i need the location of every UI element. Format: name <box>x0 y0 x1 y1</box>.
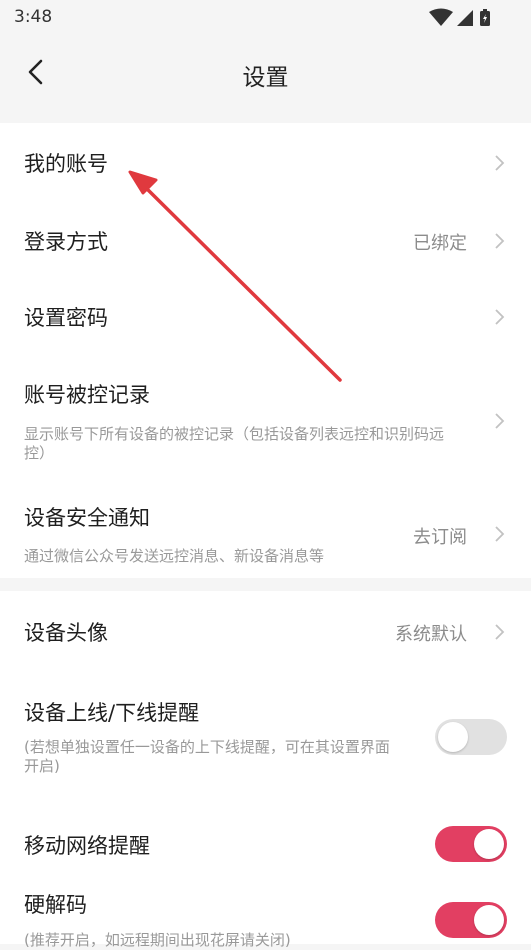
control-record-row[interactable]: 账号被控记录 显示账号下所有设备的被控记录（包括设备列表远控和识别码远控） <box>0 355 531 469</box>
row-title: 设置密码 <box>24 306 108 330</box>
chevron-right-icon <box>495 155 505 171</box>
wifi-icon <box>429 8 453 26</box>
status-icons <box>429 8 493 28</box>
set-password-row[interactable]: 设置密码 <box>0 279 531 355</box>
chevron-right-icon <box>495 233 505 249</box>
row-title: 移动网络提醒 <box>24 834 150 858</box>
device-avatar-value: 系统默认 <box>395 624 467 645</box>
toggle-knob <box>474 905 504 935</box>
account-settings-group: 我的账号 登录方式 已绑定 设置密码 账号被控记录 显示账号下所有设备的被控记录… <box>0 123 531 578</box>
login-method-value: 已绑定 <box>413 233 467 254</box>
chevron-right-icon <box>495 624 505 640</box>
battery-icon <box>480 9 490 26</box>
online-alert-row: 设备上线/下线提醒 (若想单独设置任一设备的上下线提醒，可在其设置界面开启) <box>0 673 531 801</box>
chevron-right-icon <box>495 413 505 429</box>
row-title: 设备上线/下线提醒 <box>24 701 200 725</box>
toggle-knob <box>474 829 504 859</box>
chevron-right-icon <box>495 526 505 542</box>
hard-decode-toggle[interactable] <box>435 902 507 938</box>
page-title: 设置 <box>242 65 289 91</box>
app-bar: 设置 <box>0 36 531 112</box>
chevron-right-icon <box>495 309 505 325</box>
device-settings-group: 设备头像 系统默认 设备上线/下线提醒 (若想单独设置任一设备的上下线提醒，可在… <box>0 591 531 949</box>
row-title: 账号被控记录 <box>24 383 150 407</box>
toggle-knob <box>438 722 468 752</box>
row-title: 设备头像 <box>24 621 108 645</box>
row-subtitle: 显示账号下所有设备的被控记录（包括设备列表远控和识别码远控） <box>24 425 445 462</box>
device-avatar-row[interactable]: 设备头像 系统默认 <box>0 591 531 673</box>
online-alert-toggle[interactable] <box>435 719 507 755</box>
signal-icon <box>457 10 473 26</box>
row-title: 登录方式 <box>24 230 108 254</box>
row-title: 硬解码 <box>24 893 87 917</box>
row-subtitle: (若想单独设置任一设备的上下线提醒，可在其设置界面开启) <box>24 738 390 775</box>
row-subtitle: 通过微信公众号发送远控消息、新设备消息等 <box>24 547 325 565</box>
mobile-alert-toggle[interactable] <box>435 826 507 862</box>
row-title: 设备安全通知 <box>24 506 150 530</box>
my-account-row[interactable]: 我的账号 <box>0 123 531 203</box>
mobile-alert-row: 移动网络提醒 <box>0 801 531 889</box>
subscribe-value: 去订阅 <box>413 527 467 548</box>
security-notice-row[interactable]: 设备安全通知 通过微信公众号发送远控消息、新设备消息等 去订阅 <box>0 469 531 578</box>
row-subtitle: (推荐开启，如远程期间出现花屏请关闭) <box>24 931 291 949</box>
row-title: 我的账号 <box>24 152 108 176</box>
login-method-row[interactable]: 登录方式 已绑定 <box>0 203 531 279</box>
status-bar: 3:48 <box>0 0 531 36</box>
hard-decode-row: 硬解码 (推荐开启，如远程期间出现花屏请关闭) <box>0 889 531 949</box>
status-time: 3:48 <box>14 7 53 27</box>
